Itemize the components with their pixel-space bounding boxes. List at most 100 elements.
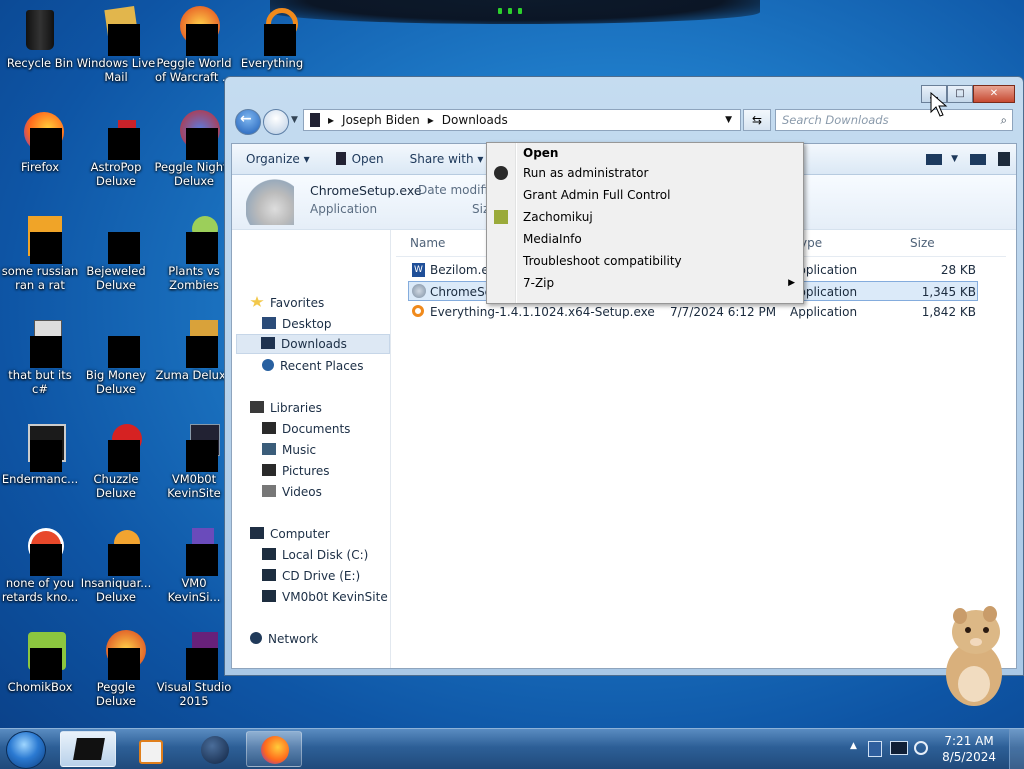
search-icon: ⌕ <box>1000 113 1007 127</box>
breadcrumb-user[interactable]: Joseph Biden <box>342 113 420 127</box>
videos-icon <box>262 485 276 497</box>
preview-pane-icon[interactable] <box>970 153 986 165</box>
show-hidden-icons-icon[interactable]: ▲ <box>850 741 857 751</box>
desktop-icon-peggle-wow[interactable]: Peggle World of Warcraft ... <box>154 6 234 84</box>
taskbar-firefox-button[interactable] <box>246 731 302 767</box>
desktop-icon-windows-live-mail[interactable]: Windows Live Mail <box>76 6 156 84</box>
taskbar-media-player-button[interactable] <box>122 731 178 767</box>
nav-music[interactable]: Music <box>262 443 316 457</box>
globe-icon <box>201 736 229 764</box>
nav-local-disk[interactable]: Local Disk (C:) <box>262 548 368 562</box>
menu-item-zachomikuj[interactable]: Zachomikuj <box>487 207 803 229</box>
details-type: Application <box>310 202 378 216</box>
desktop-icon-recycle-bin[interactable]: Recycle Bin <box>0 6 80 70</box>
desktop-icon <box>262 317 276 329</box>
tray-app-icon[interactable] <box>868 741 882 757</box>
libraries-icon <box>250 401 264 413</box>
desktop-icon-firefox[interactable]: Firefox <box>0 110 80 174</box>
money-icon <box>92 318 140 368</box>
nav-vm-drive[interactable]: VM0b0t KevinSite <box>262 590 388 604</box>
back-button[interactable] <box>235 109 261 135</box>
clock-date: 8/5/2024 <box>942 750 996 764</box>
column-name[interactable]: Name <box>410 236 445 250</box>
peggle-icon <box>170 6 220 56</box>
desktop-icon-astropop[interactable]: AstroPop Deluxe <box>76 110 156 188</box>
desktop-icon-peggle-nights[interactable]: Peggle Nights Deluxe <box>154 110 234 188</box>
desktop-icon-pvz[interactable]: Plants vs Zombies <box>154 214 234 292</box>
menu-item-7zip[interactable]: 7-Zip ▶ <box>487 273 803 295</box>
indicator-dot <box>508 8 512 14</box>
show-desktop-button[interactable] <box>1009 729 1024 769</box>
desktop-icon-everything[interactable]: Everything <box>232 6 312 70</box>
menu-item-troubleshoot[interactable]: Troubleshoot compatibility <box>487 251 803 273</box>
music-icon <box>262 443 276 455</box>
menu-item-mediainfo[interactable]: MediaInfo <box>487 229 803 251</box>
mail-icon <box>92 6 140 56</box>
nav-computer[interactable]: Computer <box>250 527 330 541</box>
nav-pictures[interactable]: Pictures <box>262 464 330 478</box>
breadcrumb-sep-icon: ▸ <box>427 113 434 127</box>
chomikbox-icon <box>16 630 66 680</box>
forward-button[interactable] <box>263 109 289 135</box>
app-icon <box>335 152 346 165</box>
indicator-dot <box>498 8 502 14</box>
shield-icon <box>494 166 508 180</box>
share-with-button[interactable]: Share with ▾ <box>410 152 484 166</box>
shortcut-icon <box>170 526 218 576</box>
views-dropdown-icon[interactable]: ▼ <box>951 154 958 164</box>
clock[interactable]: 7:21 AM 8/5/2024 <box>942 733 996 765</box>
network-tray-icon[interactable] <box>890 741 908 755</box>
desktop-icon-insaniquarium[interactable]: Insaniquar... Deluxe <box>76 526 156 604</box>
refresh-button[interactable]: ⇆ <box>743 109 771 131</box>
file-row[interactable]: Everything-1.4.1.1024.x64-Setup.exe 7/7/… <box>408 302 978 322</box>
organize-button[interactable]: Organize ▾ <box>246 152 310 166</box>
desktop-icon-zuma[interactable]: Zuma Deluxe <box>154 318 234 382</box>
top-gadget <box>270 0 760 24</box>
menu-item-grant-admin[interactable]: Grant Admin Full Control <box>487 185 803 207</box>
breadcrumb-sep-icon: ▸ <box>328 113 335 127</box>
maximize-button[interactable]: □ <box>947 85 973 103</box>
address-dropdown-icon[interactable]: ▼ <box>725 115 732 125</box>
nav-videos[interactable]: Videos <box>262 485 322 499</box>
nav-libraries[interactable]: Libraries <box>250 401 322 415</box>
menu-item-run-as-admin[interactable]: Run as administrator <box>487 163 803 185</box>
search-input[interactable]: Search Downloads ⌕ <box>775 109 1013 131</box>
nav-documents[interactable]: Documents <box>262 422 350 436</box>
desktop-icon-big-money[interactable]: Big Money Deluxe <box>76 318 156 396</box>
desktop-icon-chomikbox[interactable]: ChomikBox <box>0 630 80 694</box>
breadcrumb-downloads[interactable]: Downloads <box>442 113 508 127</box>
address-bar[interactable]: ▸ Joseph Biden ▸ Downloads ▼ <box>303 109 741 131</box>
recent-pages-icon[interactable]: ▼ <box>291 115 298 125</box>
taskbar-globe-button[interactable] <box>186 731 242 767</box>
folder-icon <box>310 113 320 127</box>
desktop-icon-peggle-deluxe[interactable]: Peggle Deluxe <box>76 630 156 708</box>
nav-favorites[interactable]: Favorites <box>250 296 324 310</box>
disk-icon <box>262 548 276 560</box>
nav-desktop[interactable]: Desktop <box>262 317 332 331</box>
taskbar-explorer-button[interactable] <box>60 731 116 767</box>
desktop-icon-vm0-kevinsite[interactable]: VM0 KevinSi... <box>154 526 234 604</box>
desktop-icon-visual-studio[interactable]: Visual Studio 2015 <box>154 630 234 708</box>
desktop-icon-chuzzle[interactable]: Chuzzle Deluxe <box>76 422 156 500</box>
desktop-icon-russian-rat[interactable]: some russian ran a rat <box>0 214 80 292</box>
views-icon[interactable] <box>926 153 942 165</box>
desktop-icon-vm0b0t[interactable]: VM0b0t KevinSite <box>154 422 234 500</box>
nav-cd-drive[interactable]: CD Drive (E:) <box>262 569 360 583</box>
file-icon <box>16 214 64 264</box>
context-menu: Open Run as administrator Grant Admin Fu… <box>486 142 804 304</box>
desktop-icon-endermanch[interactable]: Endermanc... <box>0 422 80 486</box>
column-size[interactable]: Size <box>910 236 935 250</box>
start-button[interactable] <box>6 731 46 769</box>
bejeweled-icon <box>92 214 140 264</box>
desktop-icon-none-of-you[interactable]: none of you retards kno... <box>0 526 80 604</box>
nav-downloads[interactable]: Downloads <box>236 334 390 354</box>
open-button[interactable]: Open <box>335 152 384 166</box>
help-icon[interactable] <box>998 152 1010 166</box>
desktop-icon-csharp[interactable]: that but its c# <box>0 318 80 396</box>
nav-recent-places[interactable]: Recent Places <box>262 359 363 373</box>
desktop-icon-bejeweled[interactable]: Bejeweled Deluxe <box>76 214 156 292</box>
nav-network[interactable]: Network <box>250 632 318 646</box>
menu-item-open[interactable]: Open <box>487 143 803 165</box>
volume-icon[interactable] <box>914 741 928 755</box>
close-button[interactable]: ✕ <box>973 85 1015 103</box>
